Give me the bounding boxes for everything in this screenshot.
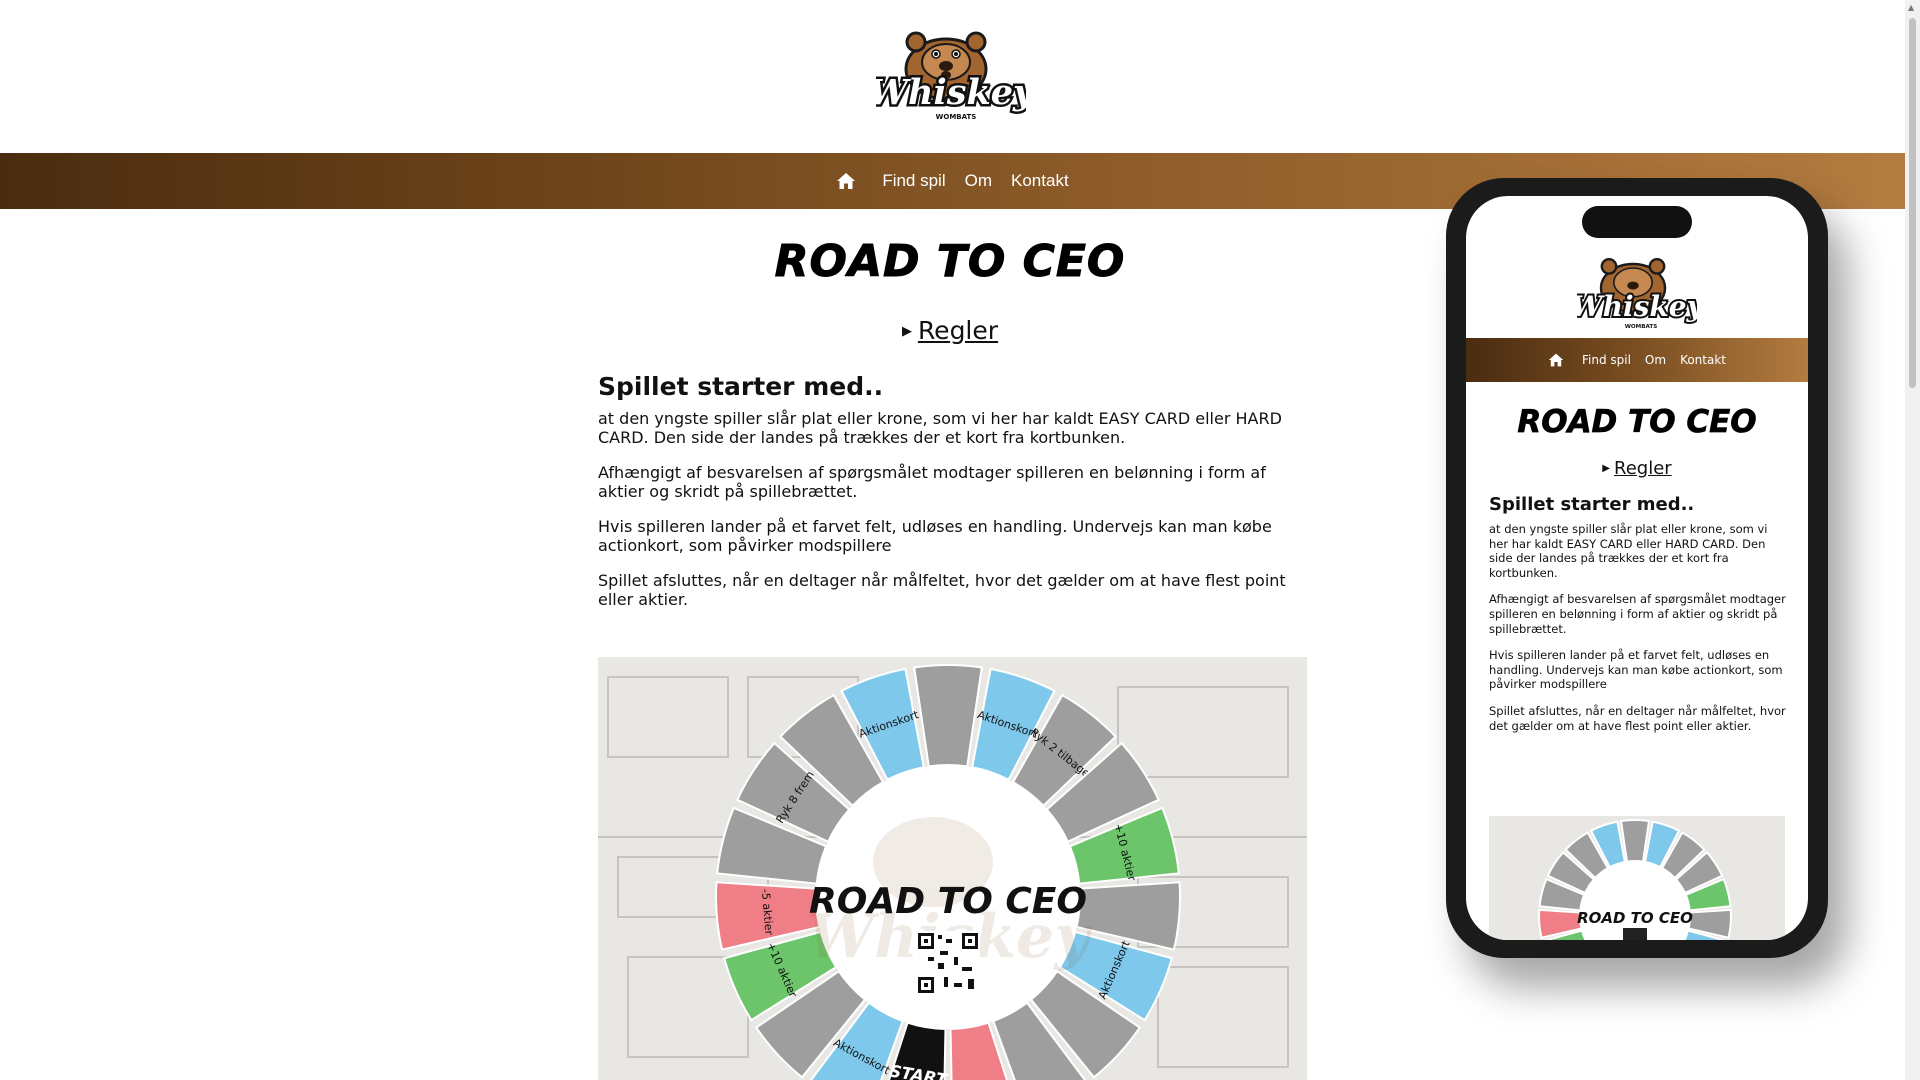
qr-code-icon xyxy=(916,931,980,995)
home-icon xyxy=(1548,353,1564,367)
phone-section-heading: Spillet starter med.. xyxy=(1489,494,1695,515)
phone-rules-link: Regler xyxy=(1614,458,1672,479)
rules-link[interactable]: Regler xyxy=(918,316,998,345)
phone-game-board-image: ROAD TO CEO xyxy=(1489,816,1785,940)
page-title: ROAD TO CEO xyxy=(774,236,1126,288)
phone-board-center-title: ROAD TO CEO xyxy=(1577,909,1693,927)
section-heading: Spillet starter med.. xyxy=(598,372,884,401)
phone-rules-paragraph: Hvis spilleren lander på et farvet felt,… xyxy=(1489,648,1783,692)
phone-mockup: Whiskey WOMBATS Find spil Om Kontakt ROA… xyxy=(1446,178,1828,958)
phone-rules-paragraph: Spillet afsluttes, når en deltager når m… xyxy=(1489,703,1786,733)
home-icon xyxy=(837,173,856,189)
phone-nav-kontakt: Kontakt xyxy=(1680,353,1726,367)
phone-rules-paragraph: Afhængigt af besvarelsen af spørgsmålet … xyxy=(1489,592,1786,636)
phone-logo-wordmark: Whiskey xyxy=(1577,290,1697,323)
rules-paragraph: Spillet afsluttes, når en deltager når m… xyxy=(598,571,1286,609)
disclosure-triangle-icon: ▶ xyxy=(1602,463,1610,474)
phone-logo: Whiskey WOMBATS xyxy=(1569,252,1707,332)
rules-paragraph: at den yngste spiller slår plat eller kr… xyxy=(598,409,1282,447)
logo-wordmark: Whiskey xyxy=(876,72,1026,113)
rules-content: Spillet starter med.. at den yngste spil… xyxy=(598,372,1298,625)
phone-logo-subtext: WOMBATS xyxy=(1625,324,1658,330)
logo-subtext: WOMBATS xyxy=(936,113,977,121)
phone-rules-paragraph: at den yngste spiller slår plat eller kr… xyxy=(1489,522,1768,580)
phone-nav-om: Om xyxy=(1644,353,1667,367)
phone-game-board-illustration: ROAD TO CEO xyxy=(1489,816,1785,940)
scrollbar-thumb[interactable] xyxy=(1909,18,1916,388)
phone-rules-content: Spillet starter med.. at den yngste spil… xyxy=(1489,494,1789,745)
qr-code-icon xyxy=(1623,928,1647,940)
board-space xyxy=(1619,819,1651,863)
wombat-logo-icon: Whiskey WOMBATS xyxy=(866,31,1038,121)
game-board-image: Aktionskort Ryk 2 tilbage +10 aktier Aktion… xyxy=(598,657,1307,1080)
rules-paragraph: Afhængigt af besvarelsen af spørgsmålet … xyxy=(598,463,1266,501)
nav-link-find-spil[interactable]: Find spil xyxy=(882,171,945,191)
phone-nav: Find spil Om Kontakt xyxy=(1466,338,1808,382)
phone-page-title: ROAD TO CEO xyxy=(1517,404,1757,441)
nav-home-link[interactable] xyxy=(836,171,856,191)
rules-toggle[interactable]: ▶ Regler xyxy=(600,316,1300,345)
rules-paragraph: Hvis spilleren lander på et farvet felt,… xyxy=(598,517,1272,555)
game-board-illustration: AktionskortRyk 2 tilbage+10 aktierAktion… xyxy=(598,657,1307,1080)
nav-link-kontakt[interactable]: Kontakt xyxy=(1011,171,1069,191)
phone-rules-toggle: ▶ Regler xyxy=(1466,458,1808,479)
phone-nav-find-spil: Find spil xyxy=(1581,353,1631,367)
wombat-logo-icon: Whiskey WOMBATS xyxy=(1569,258,1707,330)
board-center-title: ROAD TO CEO xyxy=(809,881,1087,922)
disclosure-triangle-icon: ▶ xyxy=(901,324,912,339)
scroll-up-arrow-icon[interactable]: ▲ xyxy=(1908,3,1914,12)
phone-notch xyxy=(1582,206,1692,238)
phone-screen: Whiskey WOMBATS Find spil Om Kontakt ROA… xyxy=(1466,196,1808,940)
whiskey-wombats-logo[interactable]: Whiskey WOMBATS xyxy=(866,24,1038,124)
nav-link-om[interactable]: Om xyxy=(965,171,992,191)
site-header: Whiskey WOMBATS xyxy=(0,0,1905,153)
